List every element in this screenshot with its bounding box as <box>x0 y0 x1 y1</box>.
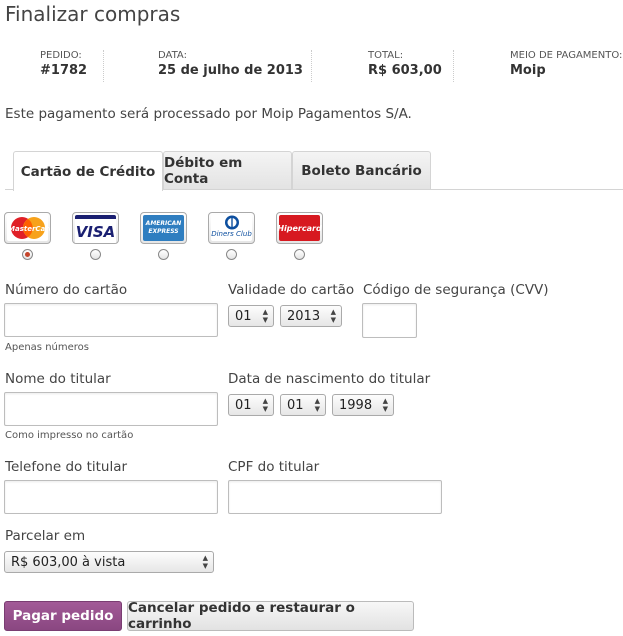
spinner-icon: ▲ ▼ <box>262 397 268 413</box>
birth-day-value: 01 <box>235 397 252 413</box>
spinner-icon: ▲ ▼ <box>382 397 388 413</box>
order-label: PEDIDO: <box>40 50 82 61</box>
cpf-input[interactable] <box>228 480 442 514</box>
date-label: DATA: <box>158 50 187 61</box>
expiry-year-select[interactable]: 2013 ▲ ▼ <box>280 305 342 327</box>
radio-amex[interactable] <box>158 249 169 260</box>
installments-value: R$ 603,00 à vista <box>11 554 126 570</box>
birth-year-select[interactable]: 1998 ▲ ▼ <box>332 394 394 416</box>
birth-month-select[interactable]: 01 ▲ ▼ <box>280 394 326 416</box>
holder-name-hint: Como impresso no cartão <box>5 430 134 441</box>
date-value: 25 de julho de 2013 <box>158 63 303 78</box>
birth-month-value: 01 <box>287 397 304 413</box>
hipercard-text: Hipercard <box>277 223 322 233</box>
radio-hipercard[interactable] <box>294 249 305 260</box>
spinner-icon: ▲ ▼ <box>202 554 208 570</box>
diners-text: Diners Club <box>211 230 252 238</box>
mastercard-logo[interactable]: MasterCard <box>4 212 51 244</box>
summary-order: PEDIDO: #1782 <box>40 49 87 80</box>
page-title: Finalizar compras <box>5 2 181 26</box>
cancel-order-button[interactable]: Cancelar pedido e restaurar o carrinho <box>127 600 414 632</box>
summary-date: DATA: 25 de julho de 2013 <box>158 49 303 80</box>
tab-boleto[interactable]: Boleto Bancário <box>292 151 431 189</box>
diners-logo[interactable]: Diners Club <box>208 212 255 244</box>
visa-logo[interactable]: VISA <box>72 212 119 244</box>
birth-date-label: Data de nascimento do titular <box>228 371 431 387</box>
payment-notice: Este pagamento será processado por Moip … <box>5 106 412 122</box>
hipercard-logo[interactable]: Hipercard <box>276 212 323 244</box>
card-number-input[interactable] <box>4 303 218 337</box>
summary-divider <box>311 50 312 82</box>
total-value: R$ 603,00 <box>368 63 442 78</box>
spinner-icon: ▲ ▼ <box>330 308 336 324</box>
birth-day-select[interactable]: 01 ▲ ▼ <box>228 394 274 416</box>
holder-name-label: Nome do titular <box>5 371 111 387</box>
amex-text: AMERICAN EXPRESS <box>145 220 182 235</box>
cvv-label: Código de segurança (CVV) <box>363 282 549 298</box>
radio-diners[interactable] <box>226 249 237 260</box>
pay-button[interactable]: Pagar pedido <box>4 601 122 631</box>
expiry-year-value: 2013 <box>287 308 321 324</box>
method-label: MEIO DE PAGAMENTO: <box>510 50 623 61</box>
holder-name-input[interactable] <box>4 392 218 426</box>
expiry-label: Validade do cartão <box>228 282 355 298</box>
birth-year-value: 1998 <box>339 397 373 413</box>
summary-method: MEIO DE PAGAMENTO: Moip <box>510 49 622 80</box>
spinner-icon: ▲ ▼ <box>314 397 320 413</box>
cpf-label: CPF do titular <box>228 459 320 475</box>
tab-credit-card[interactable]: Cartão de Crédito <box>13 151 163 191</box>
mastercard-text: MasterCard <box>8 225 51 233</box>
diners-icon <box>224 215 239 230</box>
card-number-hint: Apenas números <box>5 342 89 353</box>
radio-visa[interactable] <box>90 249 101 260</box>
spinner-icon: ▲ ▼ <box>262 308 268 324</box>
phone-label: Telefone do titular <box>5 459 128 475</box>
installments-select[interactable]: R$ 603,00 à vista ▲ ▼ <box>4 551 214 573</box>
method-value: Moip <box>510 63 546 78</box>
expiry-month-value: 01 <box>235 308 252 324</box>
summary-total: TOTAL: R$ 603,00 <box>368 49 442 80</box>
summary-divider <box>453 50 454 82</box>
tab-debit[interactable]: Débito em Conta <box>163 151 292 189</box>
card-number-label: Número do cartão <box>5 282 128 298</box>
total-label: TOTAL: <box>368 50 404 61</box>
radio-mastercard[interactable] <box>22 249 33 260</box>
installments-label: Parcelar em <box>5 528 86 544</box>
amex-logo[interactable]: AMERICAN EXPRESS <box>140 212 187 244</box>
phone-input[interactable] <box>4 480 218 514</box>
expiry-month-select[interactable]: 01 ▲ ▼ <box>228 305 274 327</box>
order-value: #1782 <box>40 63 88 78</box>
cvv-input[interactable] <box>362 303 417 338</box>
summary-divider <box>103 50 104 82</box>
visa-text: VISA <box>75 223 116 241</box>
